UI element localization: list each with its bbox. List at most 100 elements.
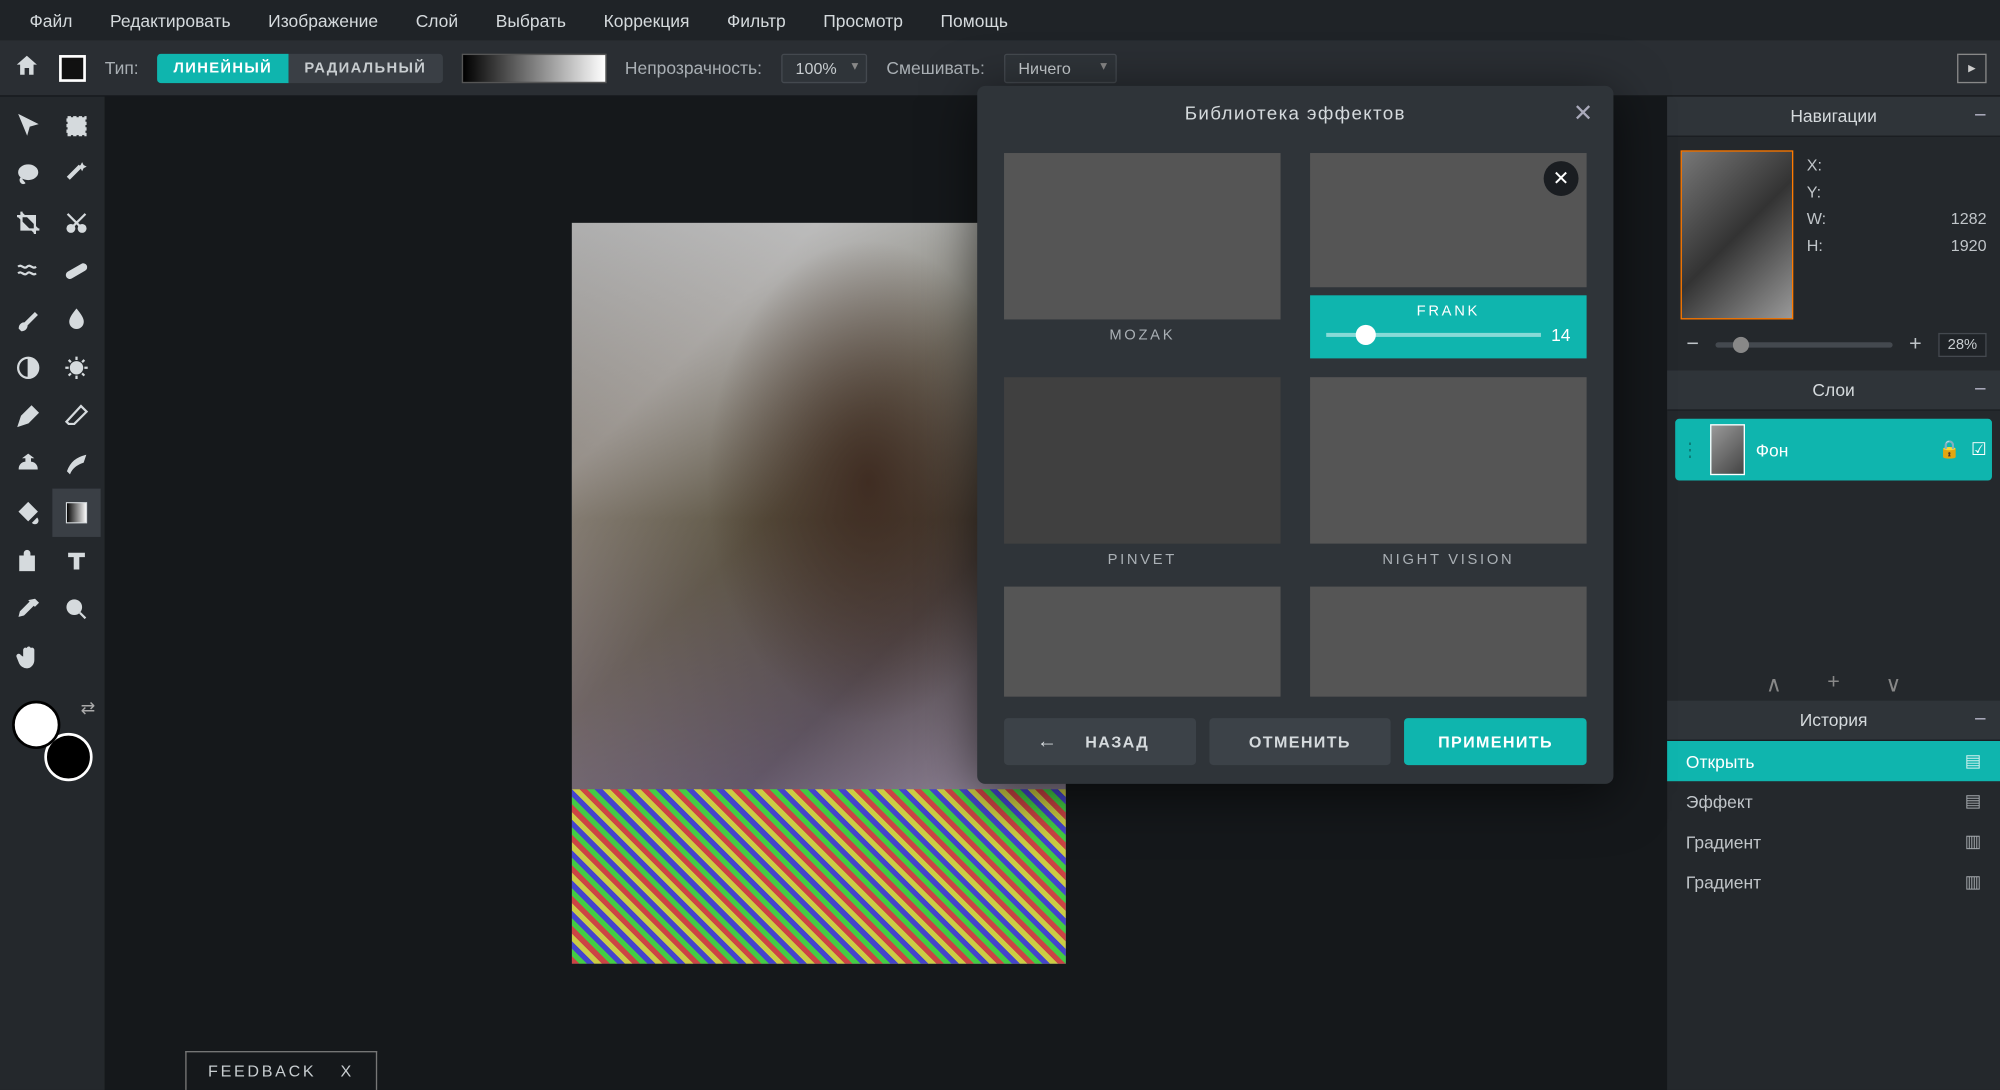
zoom-tool[interactable] [52,585,100,633]
nav-h-value: 1920 [1951,236,1987,255]
feedback-close-icon[interactable]: X [341,1062,354,1081]
history-item-gradient[interactable]: Градиент▥ [1667,862,2000,902]
effect-preview-5[interactable] [1004,587,1281,697]
history-icon: ▥ [1965,831,1982,852]
blur-tool[interactable] [52,295,100,343]
tool-bar: ⇄ [0,97,105,1090]
heal-tool[interactable] [52,247,100,295]
zoom-value[interactable]: 28% [1938,333,1986,357]
menu-layer[interactable]: Слой [397,2,477,38]
lock-icon[interactable]: 🔒 [1938,439,1960,460]
crop-tool[interactable] [4,199,52,247]
move-tool[interactable] [4,102,52,150]
layer-down-icon[interactable]: ∨ [1885,671,1901,698]
text-tool[interactable] [52,537,100,585]
pen-tool[interactable] [4,392,52,440]
empty-tool [52,634,100,682]
history-minimize-icon[interactable]: − [1974,708,1987,732]
effect-pinvet[interactable]: PINVET [1004,377,1281,568]
effect-slider[interactable] [1326,333,1540,337]
opacity-label: Непрозрачность: [625,58,762,78]
history-item-gradient[interactable]: Градиент▥ [1667,821,2000,861]
effect-library-modal: Библиотека эффектов ✕ MOZAK ✕ FRANK 14 P… [977,86,1613,784]
menu-help[interactable]: Помощь [922,2,1027,38]
fg-color-swatch[interactable] [12,701,60,749]
feedback-tab[interactable]: FEEDBACK X [185,1051,377,1090]
visibility-icon[interactable]: ☑ [1971,439,1987,460]
shape-tool[interactable] [4,537,52,585]
history-title: История [1800,710,1868,730]
effect-thumb [1310,587,1587,697]
layer-thumbnail [1710,424,1745,475]
menu-bar: Файл Редактировать Изображение Слой Выбр… [0,0,2000,40]
swap-colors-icon[interactable]: ⇄ [81,698,96,719]
layers-title: Слои [1812,380,1854,400]
marquee-tool[interactable] [52,102,100,150]
brush-tool[interactable] [4,295,52,343]
menu-image[interactable]: Изображение [249,2,397,38]
nav-info: X: Y: W:1282 H:1920 [1807,150,1987,319]
nav-thumbnail[interactable] [1681,150,1794,319]
color-swatches[interactable]: ⇄ [12,701,93,782]
smudge-tool[interactable] [52,440,100,488]
nav-title: Навигации [1790,106,1877,126]
lasso-tool[interactable] [4,150,52,198]
nav-y-label: Y: [1807,183,1821,202]
eyedropper-tool[interactable] [4,585,52,633]
cancel-button[interactable]: ОТМЕНИТЬ [1209,718,1391,765]
modal-close-icon[interactable]: ✕ [1573,99,1595,127]
clone-tool[interactable] [4,440,52,488]
zoom-slider[interactable] [1715,342,1892,347]
hand-tool[interactable] [4,634,52,682]
nav-h-label: H: [1807,236,1823,255]
nav-minimize-icon[interactable]: − [1974,104,1987,128]
menu-adjust[interactable]: Коррекция [585,2,708,38]
gradient-type-segment: ЛИНЕЙНЫЙ РАДИАЛЬНЫЙ [157,53,442,83]
layer-add-icon[interactable]: + [1827,671,1840,698]
cut-tool[interactable] [52,199,100,247]
eraser-tool[interactable] [52,392,100,440]
modal-title: Библиотека эффектов [1185,102,1406,123]
back-button[interactable]: НАЗАД [1004,718,1195,765]
effects-grid: MOZAK ✕ FRANK 14 PINVET NIGHT VISION [977,140,1613,702]
home-icon[interactable] [13,52,40,83]
effect-frank[interactable]: ✕ FRANK 14 [1310,153,1587,358]
effect-label: MOZAK [1109,328,1175,344]
effect-night-vision[interactable]: NIGHT VISION [1310,377,1587,568]
gradient-tool[interactable] [52,489,100,537]
dodge-tool[interactable] [4,344,52,392]
effect-thumb [1004,377,1281,543]
modal-header: Библиотека эффектов ✕ [977,86,1613,140]
menu-edit[interactable]: Редактировать [91,2,249,38]
radial-button[interactable]: РАДИАЛЬНЫЙ [288,53,442,83]
blend-dropdown[interactable]: Ничего [1004,53,1117,83]
menu-filter[interactable]: Фильтр [708,2,804,38]
panel-toggle-icon[interactable] [1957,53,1987,83]
history-item-open[interactable]: Открыть▤ [1667,741,2000,781]
opacity-dropdown[interactable]: 100% [781,53,868,83]
menu-file[interactable]: Файл [11,2,91,38]
fill-tool[interactable] [4,489,52,537]
effect-value: 14 [1551,325,1570,345]
menu-view[interactable]: Просмотр [804,2,921,38]
effect-preview-6[interactable] [1310,587,1587,697]
menu-select[interactable]: Выбрать [477,2,585,38]
apply-button[interactable]: ПРИМЕНИТЬ [1404,718,1586,765]
history-item-effect[interactable]: Эффект▤ [1667,781,2000,821]
effect-label: NIGHT VISION [1382,552,1514,568]
liquify-tool[interactable] [4,247,52,295]
nav-panel-body: X: Y: W:1282 H:1920 [1667,137,2000,328]
zoom-in-button[interactable]: + [1903,333,1927,357]
layers-minimize-icon[interactable]: − [1974,378,1987,402]
effect-remove-icon[interactable]: ✕ [1544,161,1579,196]
wand-tool[interactable] [52,150,100,198]
gradient-preview[interactable] [461,53,606,83]
zoom-out-button[interactable]: − [1681,333,1705,357]
linear-button[interactable]: ЛИНЕЙНЫЙ [157,53,288,83]
layer-row[interactable]: ⋮ Фон 🔒 ☑ [1675,419,1992,481]
effect-mozak[interactable]: MOZAK [1004,153,1281,358]
sharpen-tool[interactable] [52,344,100,392]
effect-thumb: ✕ [1310,153,1587,287]
layer-up-icon[interactable]: ∧ [1766,671,1782,698]
layer-grip-icon[interactable]: ⋮ [1681,438,1700,461]
